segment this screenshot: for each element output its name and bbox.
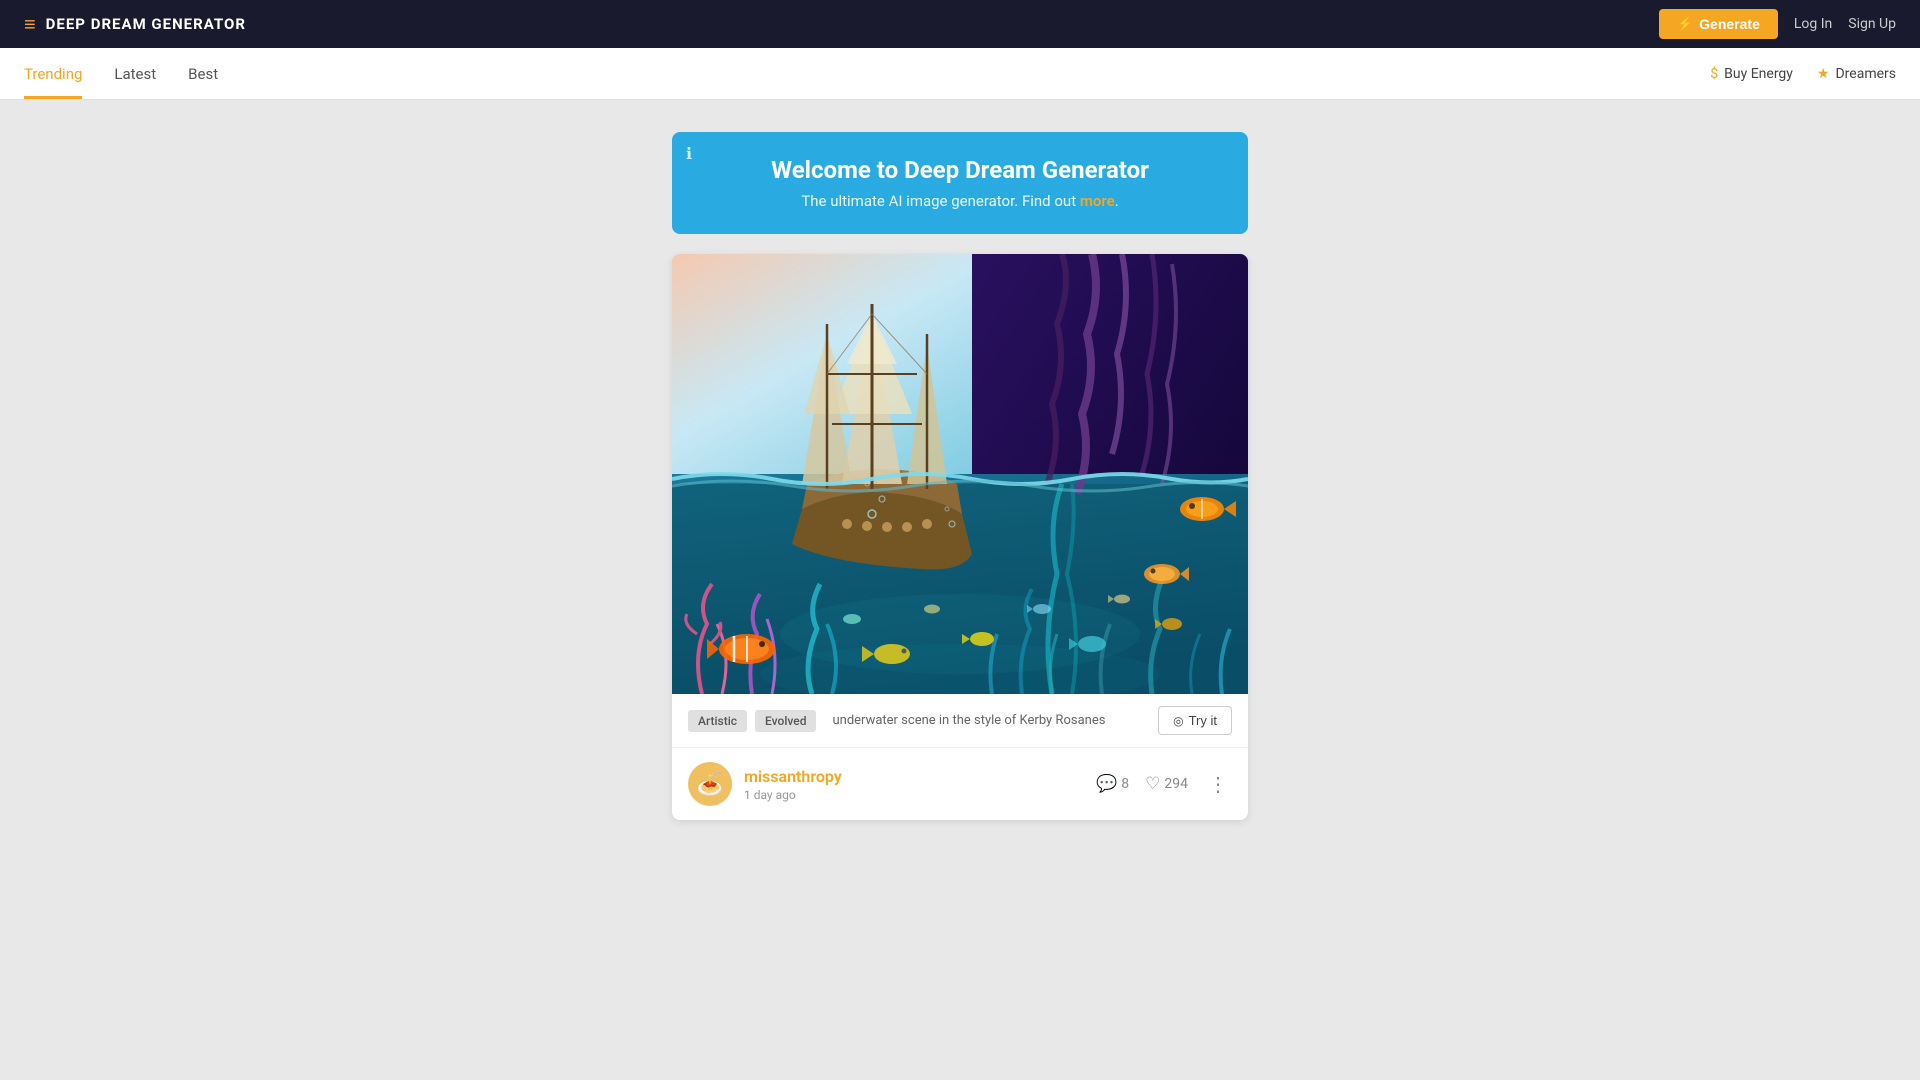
nav-right: $ Buy Energy ★ Dreamers [1710,66,1896,82]
dreamers-link[interactable]: ★ Dreamers [1817,66,1896,82]
card-description: underwater scene in the style of Kerby R… [832,713,1150,728]
nav-bar: Trending Latest Best $ Buy Energy ★ Drea… [0,48,1920,100]
nav-item-best[interactable]: Best [188,48,218,99]
header: ≡ DEEP DREAM GENERATOR ⚡ Generate Log In… [0,0,1920,48]
comments-action[interactable]: 💬 8 [1096,774,1129,794]
logo-icon: ≡ [24,12,36,37]
generate-label: Generate [1699,16,1760,32]
username[interactable]: missanthropy [744,767,1084,786]
card-image[interactable] [672,254,1248,694]
main-content: ℹ Welcome to Deep Dream Generator The ul… [0,100,1920,852]
card-user-row: 🍝 missanthropy 1 day ago 💬 8 ♡ 294 ⋮ [672,748,1248,820]
header-left: ≡ DEEP DREAM GENERATOR [24,12,246,37]
welcome-banner: ℹ Welcome to Deep Dream Generator The ul… [672,132,1248,234]
comments-count: 8 [1121,776,1129,792]
banner-subtitle-period: . [1115,192,1119,210]
buy-energy-label: Buy Energy [1724,66,1793,82]
dreamers-label: Dreamers [1835,66,1896,82]
image-card: Artistic Evolved underwater scene in the… [672,254,1248,820]
avatar[interactable]: 🍝 [688,762,732,806]
banner-subtitle-text: The ultimate AI image generator. Find ou… [801,192,1080,210]
tag-artistic[interactable]: Artistic [688,710,747,732]
star-icon: ★ [1817,66,1830,82]
post-time: 1 day ago [744,788,1084,802]
try-it-icon: ◎ [1173,714,1183,728]
buy-energy-link[interactable]: $ Buy Energy [1710,66,1793,82]
content-wrapper: ℹ Welcome to Deep Dream Generator The ul… [672,132,1248,820]
nav-item-latest[interactable]: Latest [114,48,156,99]
logo-text: DEEP DREAM GENERATOR [46,15,246,33]
like-icon: ♡ [1145,774,1160,794]
tag-evolved[interactable]: Evolved [755,710,816,732]
header-right: ⚡ Generate Log In Sign Up [1659,9,1896,39]
bolt-icon: ⚡ [1677,16,1693,32]
banner-subtitle: The ultimate AI image generator. Find ou… [704,192,1216,210]
card-actions: 💬 8 ♡ 294 ⋮ [1096,772,1232,797]
nav-left: Trending Latest Best [24,48,218,99]
signup-link[interactable]: Sign Up [1848,16,1896,32]
banner-title: Welcome to Deep Dream Generator [704,156,1216,184]
comment-icon: 💬 [1096,774,1117,794]
login-link[interactable]: Log In [1794,16,1832,32]
card-tags-row: Artistic Evolved underwater scene in the… [672,694,1248,748]
energy-icon: $ [1710,66,1718,82]
more-options-button[interactable]: ⋮ [1204,772,1232,797]
try-it-label: Try it [1189,713,1217,728]
try-it-button[interactable]: ◎ Try it [1158,706,1232,735]
generate-button[interactable]: ⚡ Generate [1659,9,1778,39]
info-icon: ℹ [686,144,692,163]
banner-more-link[interactable]: more [1080,192,1115,210]
likes-count: 294 [1164,776,1188,792]
nav-item-trending[interactable]: Trending [24,48,82,99]
user-info: missanthropy 1 day ago [744,767,1084,802]
likes-action[interactable]: ♡ 294 [1145,774,1188,794]
